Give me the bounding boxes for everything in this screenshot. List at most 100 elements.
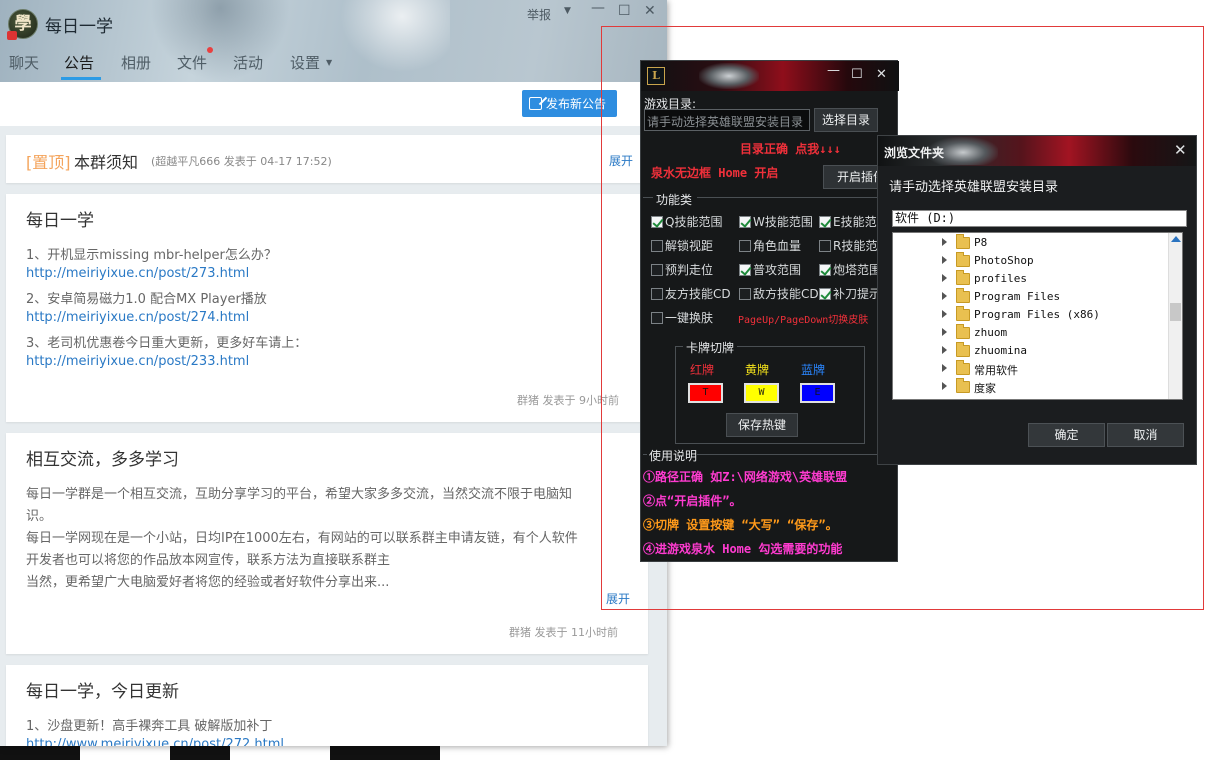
announcement-link[interactable]: http://meiriyixue.cn/post/273.html: [26, 266, 249, 281]
announcement-link[interactable]: http://meiriyixue.cn/post/233.html: [26, 354, 249, 369]
minimize-icon[interactable]: —: [591, 0, 605, 16]
announcement-line: 每日一学网现在是一个小站，日均IP在1000左右，有网站的可以联系群主申请友链，…: [26, 531, 578, 546]
folder-item[interactable]: 度家: [893, 378, 1169, 396]
announcement-line: 每日一学群是一个相互交流，互助分享学习的平台，希望大家多多交流，当然交流不限于电…: [26, 487, 573, 502]
game-path-input[interactable]: 请手动选择英雄联盟安装目录: [644, 109, 810, 131]
blue-card-key[interactable]: E: [800, 383, 835, 403]
tab-files[interactable]: 文件: [177, 52, 207, 73]
red-card-label: 红牌: [690, 363, 715, 377]
expand-arrow-icon[interactable]: [942, 328, 947, 336]
w-range-checkbox[interactable]: W技能范围: [739, 213, 813, 230]
expand-link[interactable]: 展开: [609, 152, 633, 169]
save-hotkey-button[interactable]: 保存热键: [726, 413, 798, 437]
expand-arrow-icon[interactable]: [942, 292, 947, 300]
folder-item[interactable]: P8: [893, 234, 1169, 252]
tab-chat[interactable]: 聊天: [9, 52, 39, 73]
announcement-footer: 群猪 发表于 11小时前: [509, 626, 618, 639]
blue-card-label: 蓝牌: [801, 363, 826, 377]
announcement-line: 1、沙盘更新！高手裸奔工具 破解版加补丁: [26, 719, 273, 734]
plugin-titlebar[interactable]: L — ☐ ✕: [641, 61, 899, 91]
instruction-4: ④进游戏泉水 Home 勾选需要的功能: [643, 542, 843, 556]
expand-arrow-icon[interactable]: [942, 364, 947, 372]
tree-scrollbar[interactable]: [1168, 233, 1182, 399]
banner-image: [699, 63, 759, 89]
folder-item[interactable]: zhuomina: [893, 342, 1169, 360]
yellow-card-key[interactable]: W: [744, 383, 779, 403]
announcement-link[interactable]: http://meiriyixue.cn/post/274.html: [26, 310, 249, 325]
pinned-meta: (超越平凡666 发表于 04-17 17:52): [151, 155, 332, 168]
usage-group-label: 使用说明: [649, 449, 698, 463]
enemy-cd-checkbox[interactable]: 敌方技能CD: [739, 285, 819, 302]
game-logo-icon: L: [647, 67, 665, 85]
close-icon[interactable]: ✕: [1174, 141, 1187, 159]
dialog-titlebar[interactable]: 浏览文件夹 ✕: [878, 136, 1196, 166]
group-avatar[interactable]: 學: [7, 9, 38, 40]
folder-icon: [956, 360, 970, 375]
tab-activity[interactable]: 活动: [233, 52, 263, 73]
scroll-up-icon[interactable]: [1171, 236, 1181, 242]
announcement-line: 3、老司机优惠卷今日重大更新，更多好车请上：: [26, 336, 308, 351]
function-group-label: 功能类: [656, 193, 693, 207]
announcement-link[interactable]: http://www.meiriyixue.cn/post/272.html: [26, 737, 284, 746]
ok-button[interactable]: 确定: [1028, 423, 1105, 447]
hero-hp-checkbox[interactable]: 角色血量: [739, 237, 801, 254]
cancel-button[interactable]: 取消: [1107, 423, 1184, 447]
dialog-prompt: 请手动选择英雄联盟安装目录: [889, 180, 1059, 195]
announcement-toolbar: 发布新公告: [0, 82, 667, 126]
folder-item[interactable]: Program Files: [893, 288, 1169, 306]
dropdown-icon[interactable]: ▼: [564, 6, 571, 16]
close-icon[interactable]: ✕: [876, 67, 887, 82]
group-title: 每日一学: [45, 17, 113, 37]
browse-folder-dialog: 浏览文件夹 ✕ 请手动选择英雄联盟安装目录 软件 (D:) P8 PhotoSh…: [877, 135, 1197, 465]
tab-album[interactable]: 相册: [121, 52, 151, 73]
group-header: 學 每日一学 举报 ▼ — ☐ ✕ 聊天 公告 相册 文件 活动 设置 ▼: [0, 0, 667, 82]
folder-item[interactable]: Program Files (x86): [893, 306, 1169, 324]
tab-settings[interactable]: 设置: [290, 52, 320, 73]
predict-move-checkbox[interactable]: 预判走位: [651, 261, 713, 278]
expand-arrow-icon[interactable]: [942, 256, 947, 264]
expand-arrow-icon[interactable]: [942, 238, 947, 246]
ally-cd-checkbox[interactable]: 友方技能CD: [651, 285, 731, 302]
scroll-thumb[interactable]: [1170, 303, 1181, 321]
unlock-view-checkbox[interactable]: 解锁视距: [651, 237, 713, 254]
dialog-title: 浏览文件夹: [884, 146, 945, 160]
publish-announcement-button[interactable]: 发布新公告: [522, 90, 617, 117]
folder-icon: [956, 342, 970, 357]
red-card-key[interactable]: T: [688, 383, 723, 403]
expand-arrow-icon[interactable]: [942, 346, 947, 354]
q-range-checkbox[interactable]: Q技能范围: [651, 213, 722, 230]
maximize-icon[interactable]: ☐: [851, 67, 863, 82]
folder-icon: [956, 324, 970, 339]
report-button[interactable]: 举报: [527, 6, 551, 23]
folder-item[interactable]: profiles: [893, 270, 1169, 288]
announcement-card: 每日一学，今日更新 1、沙盘更新！高手裸奔工具 破解版加补丁 http://ww…: [6, 665, 648, 746]
attack-range-checkbox[interactable]: 普攻范围: [739, 261, 801, 278]
drive-selector[interactable]: 软件 (D:): [892, 210, 1187, 227]
expand-arrow-icon[interactable]: [942, 310, 947, 318]
card-group-label: 卡牌切牌: [683, 339, 738, 356]
tower-range-checkbox[interactable]: 炮塔范围: [819, 261, 881, 278]
pinned-announcement[interactable]: [置顶] 本群须知 (超越平凡666 发表于 04-17 17:52) 展开: [6, 135, 648, 183]
expand-arrow-icon[interactable]: [942, 274, 947, 282]
dir-note: 目录正确 点我↓↓↓: [740, 142, 841, 156]
announcement-line: 识。: [26, 509, 53, 524]
tab-announcement[interactable]: 公告: [64, 52, 94, 73]
edit-icon: [529, 97, 542, 110]
expand-arrow-icon[interactable]: [942, 382, 947, 390]
last-hit-checkbox[interactable]: 补刀提示: [819, 285, 881, 302]
notification-dot: [207, 47, 213, 53]
folder-item[interactable]: zhuom: [893, 324, 1169, 342]
skin-change-checkbox[interactable]: 一键换肤: [651, 309, 713, 326]
folder-tree[interactable]: P8 PhotoShop profiles Program Files Prog…: [892, 232, 1183, 400]
instruction-3: ③切牌 设置按键 “大写” “保存”。: [643, 518, 838, 532]
maximize-icon[interactable]: ☐: [618, 3, 631, 19]
minimize-icon[interactable]: —: [827, 63, 840, 78]
folder-icon: [956, 252, 970, 267]
pinned-tag: [置顶]: [26, 153, 71, 172]
close-icon[interactable]: ✕: [644, 3, 656, 19]
plugin-window: L — ☐ ✕ 游戏目录: 请手动选择英雄联盟安装目录 选择目录 目录正确 点我…: [640, 60, 899, 562]
select-dir-button[interactable]: 选择目录: [814, 108, 878, 132]
folder-item[interactable]: 常用软件: [893, 360, 1169, 378]
expand-link[interactable]: 展开: [606, 590, 630, 607]
folder-item[interactable]: PhotoShop: [893, 252, 1169, 270]
